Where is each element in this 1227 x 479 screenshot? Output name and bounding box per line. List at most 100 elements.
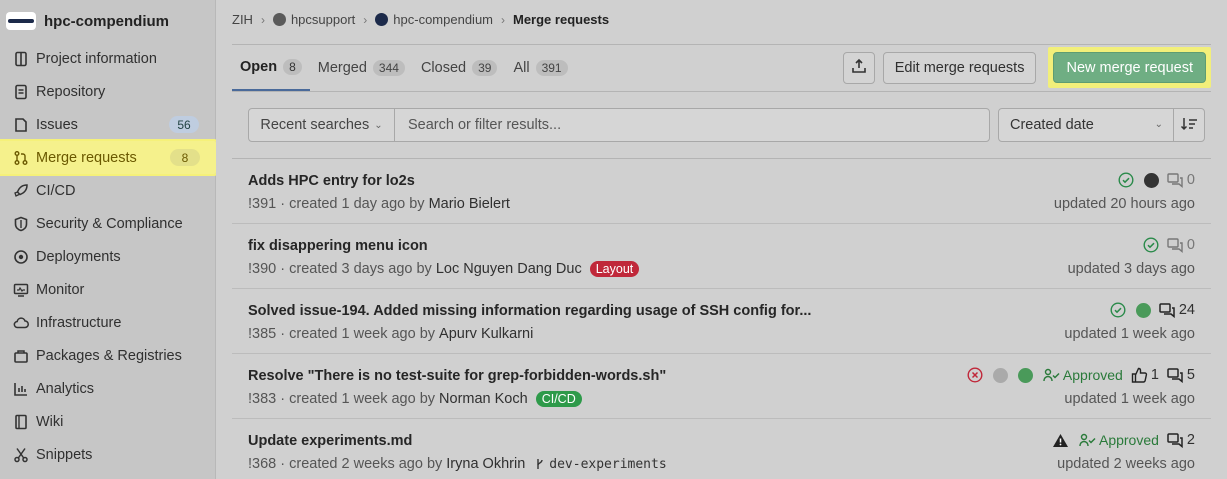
recent-searches-dropdown[interactable]: Recent searches ⌄ (249, 109, 395, 141)
package-icon (12, 347, 30, 365)
mr-status: Approved 1 5 (959, 367, 1195, 383)
sort-label: Created date (1010, 117, 1094, 133)
mr-id: !391 (248, 196, 277, 212)
export-button[interactable] (842, 51, 875, 84)
comments-count: 2 (1186, 432, 1195, 448)
target-branch[interactable]: dev-experiments (535, 457, 667, 472)
edit-merge-requests-button[interactable]: Edit merge requests (882, 51, 1037, 84)
divider (232, 91, 1211, 92)
sort-control: Created date ⌄ (998, 108, 1205, 142)
mr-author[interactable]: Loc Nguyen Dang Duc (436, 261, 582, 277)
mr-updated: updated 20 hours ago (1053, 196, 1195, 212)
mr-title[interactable]: Resolve "There is no test-suite for grep… (248, 368, 666, 384)
comments-count: 0 (1186, 172, 1195, 188)
breadcrumb-hpc-compendium[interactable]: hpc-compendium (393, 12, 493, 27)
sidebar-item-snippets[interactable]: Snippets (0, 438, 215, 471)
chevron-right-icon: › (363, 12, 368, 27)
sidebar-item-packages-registries[interactable]: Packages & Registries (0, 339, 215, 372)
approved-label: Approved (1062, 367, 1123, 383)
sidebar-item-deployments[interactable]: Deployments (0, 240, 215, 273)
assignee-avatar[interactable] (1017, 367, 1033, 383)
mr-author[interactable]: Iryna Okhrin (446, 456, 525, 472)
mr-status: 0 (1135, 237, 1195, 253)
tab-label: Merged (317, 59, 367, 76)
sort-descending-icon (1180, 116, 1198, 135)
list-item[interactable]: Adds HPC entry for lo2s !391 · created 1… (232, 159, 1211, 224)
mr-created: created 1 week ago by (289, 391, 436, 407)
pipeline-passed-icon[interactable] (1118, 172, 1134, 188)
export-icon (851, 58, 867, 78)
pipeline-passed-icon[interactable] (1143, 237, 1159, 253)
snippet-icon (12, 446, 30, 464)
chart-icon (12, 380, 30, 398)
mr-status: Approved 2 (1044, 432, 1195, 448)
pipeline-failed-icon[interactable] (967, 367, 983, 383)
sidebar-item-issues[interactable]: Issues 56 (0, 108, 215, 141)
sidebar-item-label: Repository (36, 83, 106, 100)
search-input[interactable]: Search or filter results... (395, 109, 989, 141)
sidebar-item-repository[interactable]: Repository (0, 75, 215, 108)
merge-request-list: Adds HPC entry for lo2s !391 · created 1… (232, 158, 1211, 479)
mr-created: created 2 weeks ago by (289, 456, 443, 472)
comments-count: 5 (1186, 367, 1195, 383)
sidebar-item-monitor[interactable]: Monitor (0, 273, 215, 306)
list-item[interactable]: Resolve "There is no test-suite for grep… (232, 354, 1211, 419)
sidebar-item-label: Packages & Registries (36, 347, 182, 364)
reviewer-avatar[interactable] (992, 367, 1008, 383)
tab-closed[interactable]: Closed 39 (413, 44, 506, 91)
mr-title[interactable]: fix disappering menu icon (248, 238, 428, 254)
pipeline-passed-icon[interactable] (1110, 302, 1126, 318)
mr-meta: !385 · created 1 week ago by Apurv Kulka… (248, 326, 534, 342)
sidebar-item-security-compliance[interactable]: Security & Compliance (0, 207, 215, 240)
list-item[interactable]: fix disappering menu icon !390 · created… (232, 224, 1211, 289)
monitor-icon (12, 281, 30, 299)
mr-created: created 1 day ago by (289, 196, 425, 212)
mr-updated: updated 1 week ago (1064, 326, 1195, 342)
sidebar-item-wiki[interactable]: Wiki (0, 405, 215, 438)
mr-author[interactable]: Apurv Kulkarni (439, 326, 533, 342)
chevron-right-icon: › (501, 12, 505, 27)
breadcrumb-hpcsupport[interactable]: hpcsupport (291, 12, 355, 27)
sidebar-item-ci-cd[interactable]: CI/CD (0, 174, 215, 207)
project-header[interactable]: hpc-compendium (0, 0, 215, 42)
shield-icon (12, 215, 30, 233)
sidebar-item-merge-requests[interactable]: Merge requests 8 (0, 139, 218, 176)
comments-count: 0 (1186, 237, 1195, 253)
assignee-avatar[interactable] (1143, 172, 1159, 188)
mr-title[interactable]: Solved issue-194. Added missing informat… (248, 303, 811, 319)
tab-open[interactable]: Open 8 (232, 44, 310, 91)
mr-author[interactable]: Mario Bielert (429, 196, 510, 212)
sidebar-nav: Project information Repository Issues 56… (0, 42, 218, 471)
list-item[interactable]: Solved issue-194. Added missing informat… (232, 289, 1211, 354)
thumbs-up-icon[interactable]: 1 (1131, 367, 1159, 383)
sidebar-item-project-information[interactable]: Project information (0, 42, 215, 75)
sidebar-item-label: Monitor (36, 281, 85, 298)
likes-count: 1 (1150, 367, 1159, 383)
comments-icon: 2 (1167, 432, 1195, 448)
label-ci-cd[interactable]: CI/CD (535, 391, 582, 407)
assignee-avatar[interactable] (1135, 302, 1151, 318)
mr-title[interactable]: Update experiments.md (248, 433, 412, 449)
sidebar-item-infrastructure[interactable]: Infrastructure (0, 306, 215, 339)
mr-author[interactable]: Norman Koch (439, 391, 528, 407)
list-item[interactable]: Update experiments.md !368 · created 2 w… (232, 419, 1211, 479)
mr-title[interactable]: Adds HPC entry for lo2s (248, 173, 415, 189)
sidebar-item-analytics[interactable]: Analytics (0, 372, 215, 405)
label-layout[interactable]: Layout (589, 261, 640, 277)
sidebar-item-label: Security & Compliance (36, 215, 183, 232)
rocket-icon (12, 182, 30, 200)
new-merge-request-button[interactable]: New merge request (1053, 52, 1206, 83)
sort-dropdown[interactable]: Created date ⌄ (999, 109, 1174, 141)
tab-count: 8 (283, 58, 302, 75)
breadcrumb-zih[interactable]: ZIH (232, 12, 253, 27)
chevron-down-icon: ⌄ (374, 119, 383, 131)
sidebar: hpc-compendium Project information Repos… (0, 0, 218, 479)
comments-icon: 0 (1167, 237, 1195, 253)
tab-all[interactable]: All 391 (505, 44, 575, 91)
tab-merged[interactable]: Merged 344 (310, 44, 413, 91)
warning-icon[interactable] (1052, 433, 1069, 448)
breadcrumb-merge-requests[interactable]: Merge requests (513, 12, 609, 27)
approved-label: Approved (1098, 432, 1159, 448)
mr-updated: updated 3 days ago (1067, 261, 1195, 277)
sort-direction-button[interactable] (1174, 109, 1204, 141)
